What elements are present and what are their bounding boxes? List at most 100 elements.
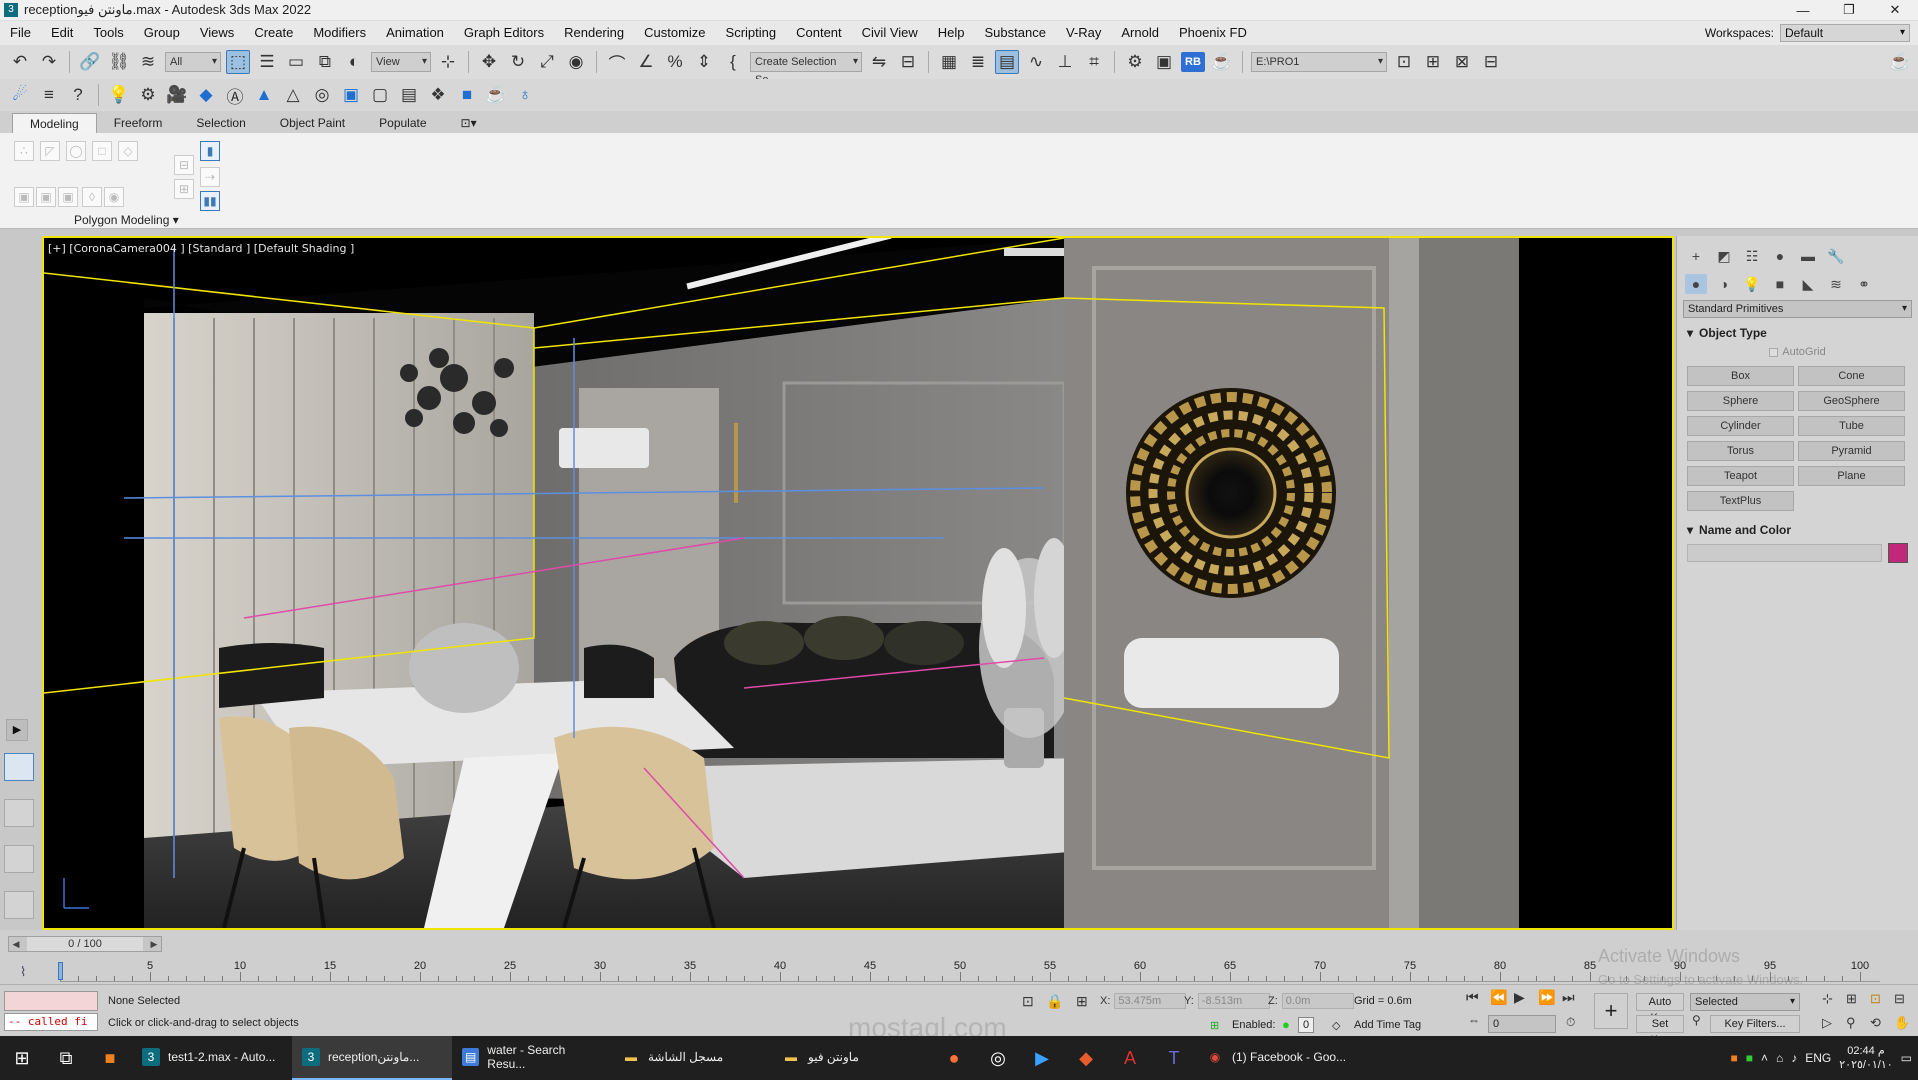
set-key-plus-icon[interactable]: + bbox=[1594, 993, 1628, 1029]
menu-create[interactable]: Create bbox=[244, 21, 303, 45]
rotate-icon[interactable]: ↻ bbox=[506, 50, 530, 74]
menu-help[interactable]: Help bbox=[928, 21, 975, 45]
torus-button[interactable]: Torus bbox=[1687, 441, 1794, 461]
project-path-dropdown[interactable]: E:\PRO1 bbox=[1251, 52, 1387, 72]
edit-named-selection-icon[interactable]: { bbox=[721, 50, 745, 74]
selection-set-dropdown[interactable]: Create Selection Se bbox=[750, 52, 862, 86]
border-icon[interactable]: ◯ bbox=[66, 141, 86, 161]
isolate-selection-icon[interactable]: ⊡ bbox=[1022, 993, 1034, 1010]
hierarchy-tab-icon[interactable]: ☷ bbox=[1741, 246, 1763, 266]
tray-app-icon[interactable]: ■ bbox=[1730, 1051, 1737, 1065]
layer-explorer-icon[interactable]: ≣ bbox=[966, 50, 990, 74]
tab-selection[interactable]: Selection bbox=[179, 113, 262, 133]
scale-icon[interactable]: ⤢ bbox=[535, 50, 559, 74]
gear-icon[interactable]: ⚙ bbox=[136, 83, 160, 107]
menu-customize[interactable]: Customize bbox=[634, 21, 715, 45]
previous-frame-icon[interactable]: ⏪ bbox=[1490, 989, 1507, 1006]
maxscript-mini-listener[interactable] bbox=[4, 991, 98, 1011]
next-frame-icon[interactable]: ⏩ bbox=[1538, 989, 1555, 1006]
tab-object-paint[interactable]: Object Paint bbox=[263, 113, 362, 133]
set-key-button[interactable]: Set Key bbox=[1636, 1015, 1684, 1046]
schematic-view-icon[interactable]: ⊥ bbox=[1053, 50, 1077, 74]
modify-mode-icon[interactable]: ▣ bbox=[14, 187, 34, 207]
menu-arnold[interactable]: Arnold bbox=[1111, 21, 1169, 45]
box-button[interactable]: Box bbox=[1687, 366, 1794, 386]
taskbar-item-facebook-chrome[interactable]: ◉ (1) Facebook - Goo... bbox=[1196, 1036, 1376, 1080]
plugin-frame-icon[interactable]: ▤ bbox=[397, 83, 421, 107]
plugin-drops-icon[interactable]: ☄ bbox=[8, 83, 32, 107]
plugin-outline-icon[interactable]: △ bbox=[281, 83, 305, 107]
pan-icon[interactable]: ✋ bbox=[1894, 1015, 1910, 1031]
menu-animation[interactable]: Animation bbox=[376, 21, 454, 45]
plugin-bulb-icon[interactable]: ♁ bbox=[513, 83, 537, 107]
systems-icon[interactable]: ⚭ bbox=[1853, 274, 1875, 294]
cylinder-button[interactable]: Cylinder bbox=[1687, 416, 1794, 436]
plugin-box-icon[interactable]: ■ bbox=[455, 83, 479, 107]
layout-tab-4[interactable] bbox=[4, 891, 34, 919]
lights-icon[interactable]: 💡 bbox=[1741, 274, 1763, 294]
material-editor-icon[interactable]: ⌗ bbox=[1082, 50, 1106, 74]
camera-icon[interactable]: 🎥 bbox=[165, 83, 189, 107]
object-color-swatch[interactable] bbox=[1888, 543, 1908, 563]
menu-vray[interactable]: V-Ray bbox=[1056, 21, 1111, 45]
angle-snap-icon[interactable]: ∠ bbox=[634, 50, 658, 74]
toggle-icon[interactable]: ◊ bbox=[82, 187, 102, 207]
maxscript-output[interactable]: -- called fi bbox=[4, 1013, 98, 1031]
generate-topology-icon[interactable]: ⊟ bbox=[174, 155, 194, 175]
go-to-end-icon[interactable]: ⏭ bbox=[1562, 989, 1575, 1006]
project-settings-icon[interactable]: ⊟ bbox=[1479, 50, 1503, 74]
object-name-field[interactable] bbox=[1687, 544, 1882, 562]
zoom-extents-icon[interactable]: ⊹ bbox=[1822, 991, 1833, 1007]
percent-snap-icon[interactable]: % bbox=[663, 50, 687, 74]
element-icon[interactable]: ◇ bbox=[118, 141, 138, 161]
taskbar-item-screen-recorder-folder[interactable]: ▬ مسجل الشاشة bbox=[612, 1036, 772, 1080]
enabled-count[interactable]: 0 bbox=[1298, 1017, 1314, 1033]
autogrid-checkbox[interactable] bbox=[1769, 347, 1779, 357]
pin-stack-icon[interactable]: ⇢ bbox=[200, 167, 220, 187]
selection-filter-dropdown[interactable]: All bbox=[165, 52, 221, 72]
cone-button[interactable]: Cone bbox=[1798, 366, 1905, 386]
modify-tab-icon[interactable]: ◩ bbox=[1713, 246, 1735, 266]
menu-edit[interactable]: Edit bbox=[41, 21, 83, 45]
menu-tools[interactable]: Tools bbox=[83, 21, 133, 45]
language-indicator[interactable]: ENG bbox=[1805, 1051, 1831, 1065]
taskbar-item-reception-max[interactable]: 3 receptionماونتن... bbox=[292, 1036, 452, 1080]
name-and-color-header[interactable]: ▾ Name and Color bbox=[1681, 521, 1914, 539]
menu-file[interactable]: File bbox=[0, 21, 41, 45]
workspace-dropdown[interactable]: Default bbox=[1780, 24, 1910, 42]
adaptive-degradation-icon[interactable]: ⊞ bbox=[1210, 1019, 1219, 1032]
plugin-render-icon[interactable]: ▣ bbox=[339, 83, 363, 107]
selection-lock-icon[interactable]: 🔒 bbox=[1046, 993, 1063, 1010]
volume-icon[interactable]: ♪ bbox=[1791, 1051, 1797, 1065]
taskbar-item-test1-max[interactable]: 3 test1-2.max - Auto... bbox=[132, 1036, 292, 1080]
window-crossing-icon[interactable]: ⧉ bbox=[313, 50, 337, 74]
sphere-icon[interactable]: ◎ bbox=[310, 83, 334, 107]
tab-modeling[interactable]: Modeling bbox=[12, 113, 97, 133]
next-frame-arrow-icon[interactable]: ▶ bbox=[147, 937, 161, 951]
tab-freeform[interactable]: Freeform bbox=[97, 113, 180, 133]
current-frame-field[interactable]: 0 bbox=[1488, 1015, 1556, 1033]
media-player-icon[interactable]: ▶ bbox=[1020, 1036, 1064, 1080]
close-button[interactable]: ✕ bbox=[1872, 0, 1918, 21]
tray-app-icon[interactable]: ■ bbox=[1746, 1051, 1753, 1065]
help-icon[interactable]: ? bbox=[66, 83, 90, 107]
teapot-icon[interactable]: ☕ bbox=[1888, 50, 1912, 74]
add-time-tag[interactable]: Add Time Tag bbox=[1354, 1019, 1421, 1031]
time-cursor[interactable] bbox=[58, 962, 63, 980]
menu-modifiers[interactable]: Modifiers bbox=[303, 21, 376, 45]
textplus-button[interactable]: TextPlus bbox=[1687, 491, 1794, 511]
menu-views[interactable]: Views bbox=[190, 21, 244, 45]
curve-editor-icon[interactable]: ∿ bbox=[1024, 50, 1048, 74]
collapse-stack-icon[interactable]: ▣ bbox=[58, 187, 78, 207]
teams-icon[interactable]: T bbox=[1152, 1036, 1196, 1080]
display-tab-icon[interactable]: ▬ bbox=[1797, 246, 1819, 266]
move-icon[interactable]: ✥ bbox=[477, 50, 501, 74]
primitive-category-dropdown[interactable]: Standard Primitives bbox=[1683, 300, 1912, 318]
tube-button[interactable]: Tube bbox=[1798, 416, 1905, 436]
select-object-icon[interactable]: ⬚ bbox=[226, 50, 250, 74]
menu-group[interactable]: Group bbox=[134, 21, 190, 45]
layout-tab-2[interactable] bbox=[4, 799, 34, 827]
place-icon[interactable]: ◉ bbox=[564, 50, 588, 74]
key-filter-icon[interactable]: ⚲ bbox=[1692, 1013, 1701, 1027]
vertex-icon[interactable]: ∴ bbox=[14, 141, 34, 161]
